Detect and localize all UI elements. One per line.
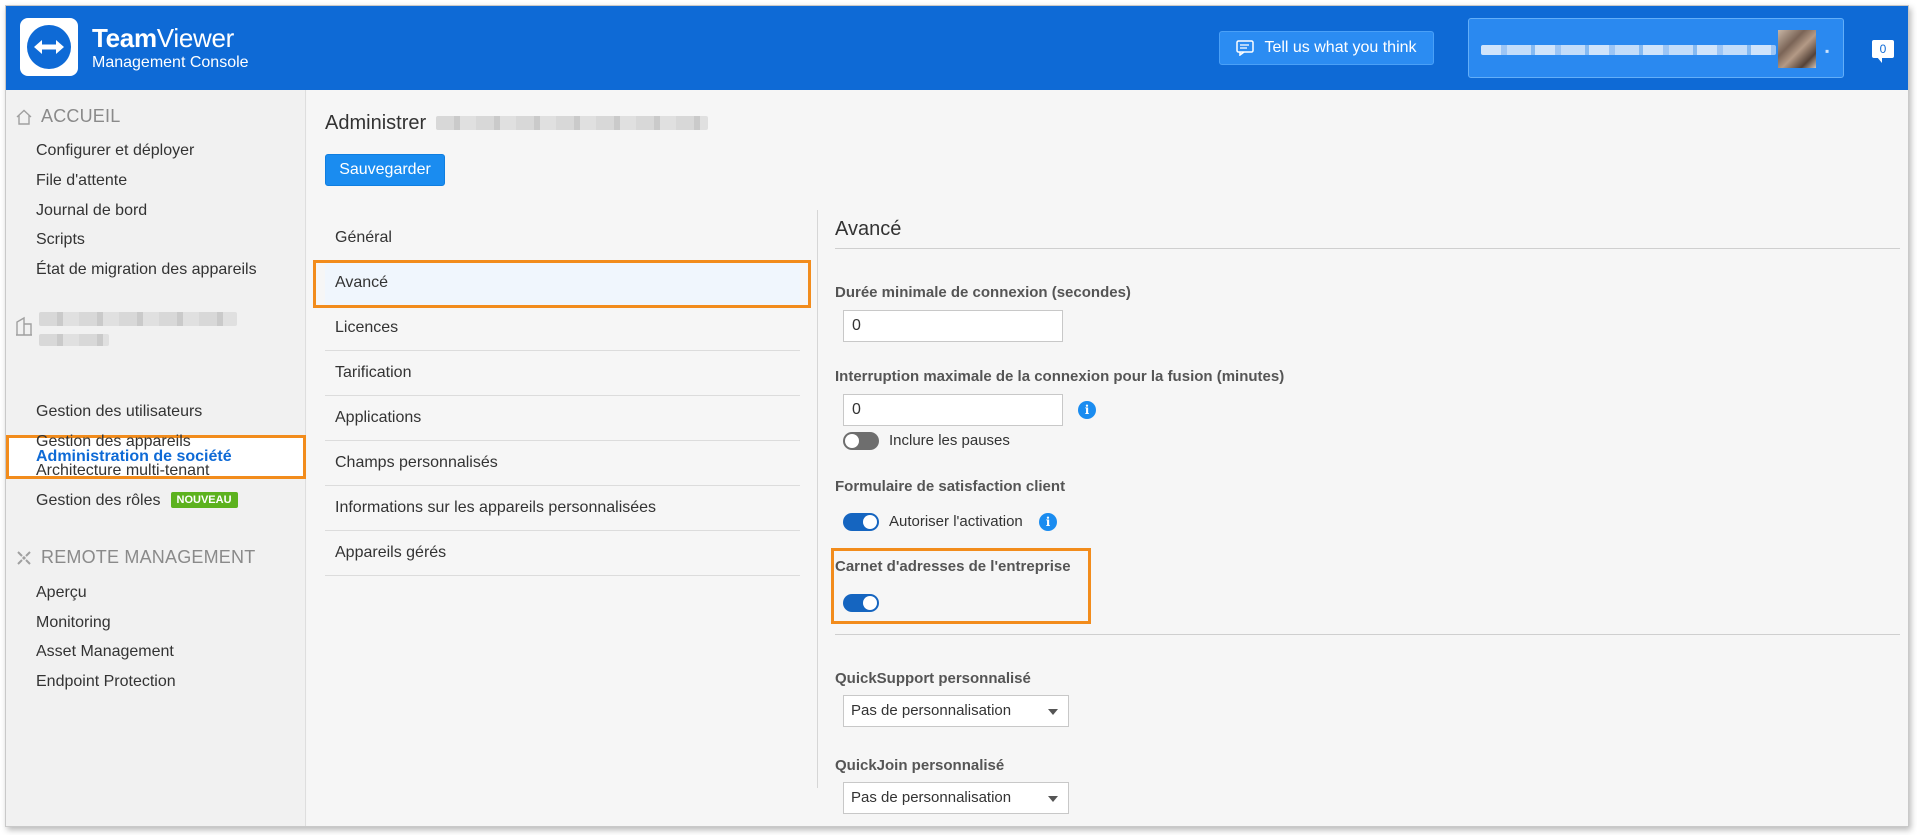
settings-menu: Général Avancé Licences Tarification App… [313,216,811,576]
sidebar-item-endpoint-protection[interactable]: Endpoint Protection [36,673,176,691]
toggle-knob [845,434,859,448]
quicksupport-value: Pas de personnalisation [851,702,1012,719]
max-interrupt-label: Interruption maximale de la connexion po… [835,368,1285,385]
quicksupport-label: QuickSupport personnalisé [835,670,1031,687]
main-content: Administrer Sauvegarder Général Avancé L… [307,90,1908,826]
max-interrupt-input[interactable]: 0 [843,394,1063,426]
menu-item-applications[interactable]: Applications [325,396,800,441]
sidebar-item-roles-label: Gestion des rôles [36,492,161,509]
brand: TeamViewer Management Console [92,24,249,73]
sidebar-item-monitoring[interactable]: Monitoring [36,614,111,632]
avatar [1778,30,1816,68]
save-button[interactable]: Sauvegarder [325,154,445,186]
advanced-panel: Avancé Durée minimale de connexion (seco… [831,90,1905,826]
building-icon [16,316,32,336]
home-icon [16,109,32,125]
company-title-redacted [435,116,708,130]
section-remote-label: REMOTE MANAGEMENT [41,547,256,567]
panel-title: Avancé [835,218,902,240]
satisfaction-label: Formulaire de satisfaction client [835,478,1066,495]
toggle-knob [863,596,877,610]
toggle-knob [863,515,877,529]
feedback-label: Tell us what you think [1264,39,1417,56]
address-book-toggle[interactable] [843,594,879,612]
section-company[interactable] [15,316,33,336]
quickjoin-value: Pas de personnalisation [851,789,1012,806]
min-duration-input[interactable]: 0 [843,310,1063,342]
info-icon[interactable]: i [1078,401,1096,419]
chevron-down-icon [1048,709,1058,715]
sidebar-item-journal[interactable]: Journal de bord [36,202,147,220]
menu-item-tarification[interactable]: Tarification [325,351,800,396]
menu-item-general[interactable]: Général [325,216,800,261]
logo-arrows-icon [27,25,71,69]
notification-count: 0 [1879,42,1887,56]
new-badge: NOUVEAU [170,492,238,508]
panel-divider [835,248,1900,249]
sidebar: ACCUEIL Configurer et déployer File d'at… [6,90,306,826]
chevron-down-icon [1048,796,1058,802]
section-accueil-label: ACCUEIL [41,106,121,126]
allow-activation-label: Autoriser l'activation [889,513,1023,530]
brand-name: TeamViewer [92,23,234,53]
allow-activation-toggle[interactable] [843,513,879,531]
feedback-icon [1236,40,1255,56]
sidebar-item-file-attente[interactable]: File d'attente [36,172,127,190]
sidebar-item-roles[interactable]: Gestion des rôles NOUVEAU [36,492,238,510]
chevron-down-icon: ▪ [1825,44,1830,58]
section-accueil[interactable]: ACCUEIL [15,106,120,127]
sidebar-item-asset-management[interactable]: Asset Management [36,643,174,661]
quickjoin-select[interactable]: Pas de personnalisation [843,782,1069,814]
top-header: TeamViewer Management Console Tell us wh… [6,6,1908,90]
sidebar-item-scripts[interactable]: Scripts [36,231,85,249]
info-icon[interactable]: i [1039,513,1057,531]
sidebar-item-apercu[interactable]: Aperçu [36,584,87,602]
company-name-redacted [39,312,237,326]
sidebar-item-configurer[interactable]: Configurer et déployer [36,142,194,160]
page-title: Administrer [325,112,708,135]
include-pauses-label: Inclure les pauses [889,432,1010,449]
column-divider [817,210,818,788]
include-pauses-toggle[interactable] [843,432,879,450]
sidebar-item-migration[interactable]: État de migration des appareils [36,261,257,279]
company-name-redacted-2 [39,334,109,346]
sidebar-item-users[interactable]: Gestion des utilisateurs [36,403,202,421]
panel-divider-2 [835,634,1900,635]
app-window: TeamViewer Management Console Tell us wh… [5,5,1909,827]
sidebar-item-multi-tenant[interactable]: Architecture multi-tenant [36,462,209,480]
section-remote-management[interactable]: REMOTE MANAGEMENT [15,547,255,568]
brand-subtitle: Management Console [92,54,249,71]
quickjoin-label: QuickJoin personnalisé [835,757,1005,774]
notifications-button[interactable]: 0 [1872,40,1894,63]
quicksupport-select[interactable]: Pas de personnalisation [843,695,1069,727]
teamviewer-logo[interactable] [20,18,78,76]
address-book-label: Carnet d'adresses de l'entreprise [835,558,1071,575]
user-name-redacted [1481,45,1776,55]
menu-item-licences[interactable]: Licences [325,306,800,351]
min-duration-label: Durée minimale de connexion (secondes) [835,284,1131,301]
sidebar-item-devices[interactable]: Gestion des appareils [36,433,191,451]
user-account-menu[interactable]: ▪ [1468,18,1844,78]
feedback-button[interactable]: Tell us what you think [1219,31,1434,65]
menu-item-informations[interactable]: Informations sur les appareils personnal… [325,486,800,531]
menu-item-avance-highlight [313,260,811,308]
menu-item-champs[interactable]: Champs personnalisés [325,441,800,486]
remote-management-icon [17,550,31,565]
page-title-prefix: Administrer [325,112,427,134]
menu-item-appareils-geres[interactable]: Appareils gérés [325,531,800,576]
